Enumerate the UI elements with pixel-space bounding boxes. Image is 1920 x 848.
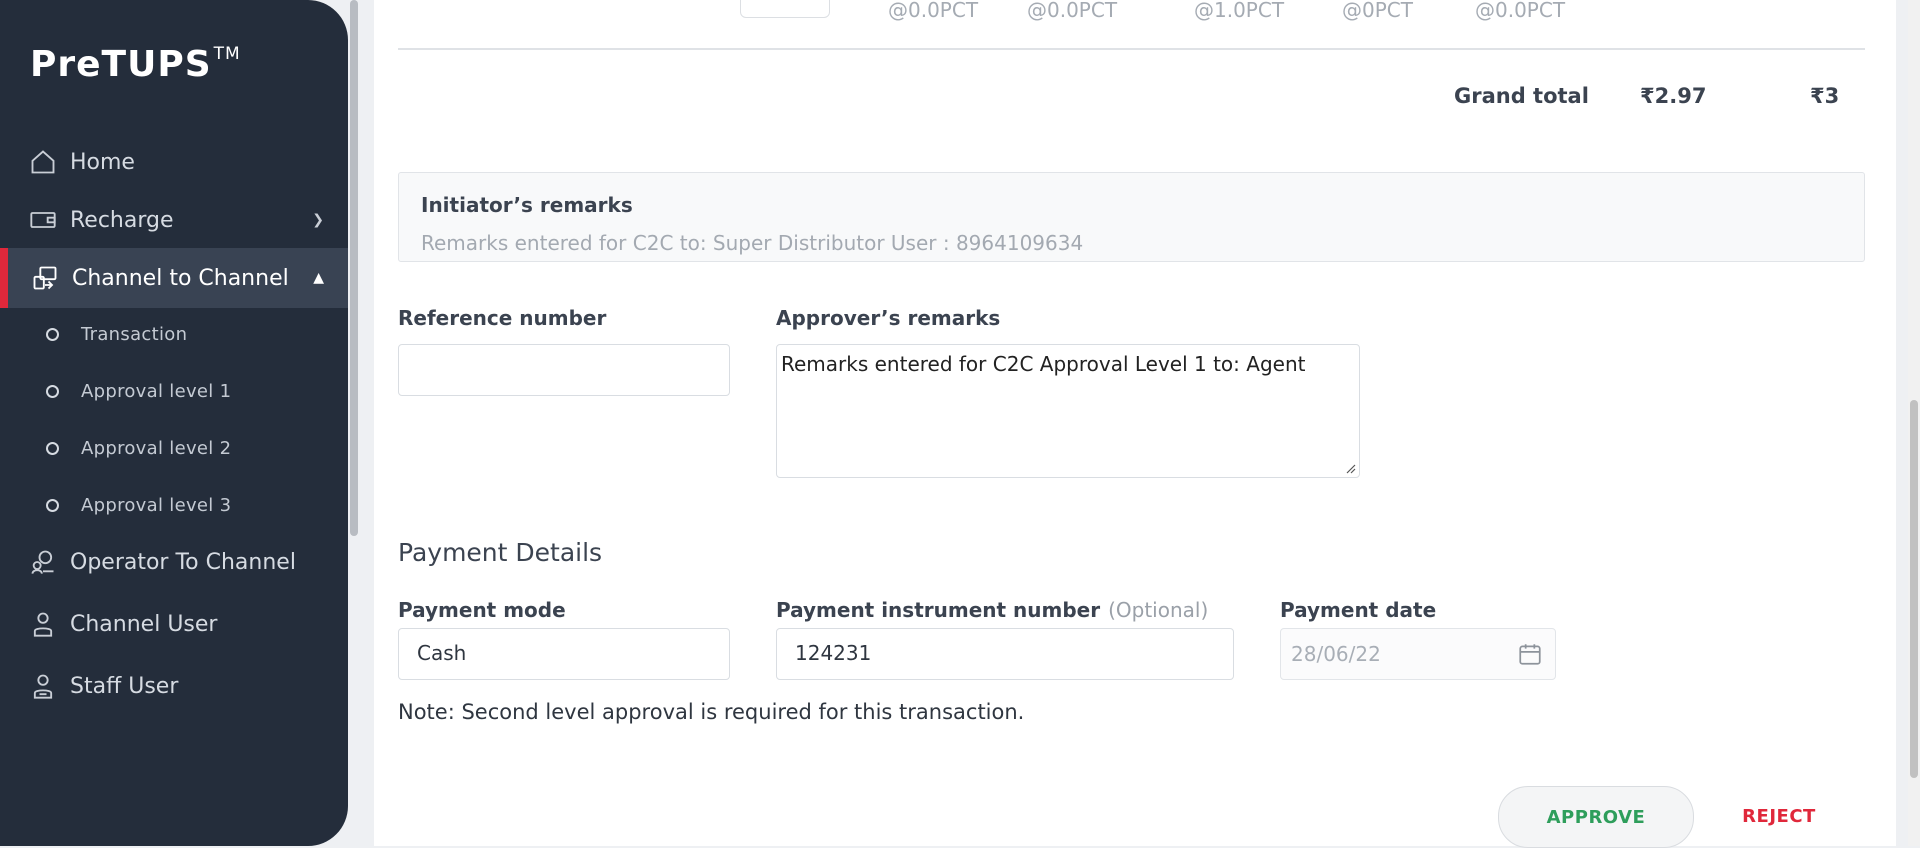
brand-trademark: TM [213, 44, 241, 64]
sidebar-item-staff-user[interactable]: Staff User [0, 658, 348, 714]
sidebar-item-label: Home [70, 149, 135, 175]
grand-total-label: Grand total [1454, 84, 1589, 108]
sidebar-item-label: Channel to Channel [72, 265, 289, 291]
table-cell: @0.0PCT [1027, 0, 1118, 22]
divider [398, 48, 1865, 50]
payment-instrument-input[interactable]: 124231 [776, 628, 1234, 680]
approver-remarks-text: Remarks entered for C2C Approval Level 1… [781, 352, 1306, 376]
home-icon [26, 145, 60, 179]
bullet-icon [46, 498, 59, 512]
sidebar-item-label: Recharge [70, 207, 174, 233]
sidebar-item-label: Staff User [70, 673, 179, 699]
sidebar-scrollbar[interactable] [350, 0, 358, 536]
reference-number-input[interactable] [398, 344, 730, 396]
optional-hint: (Optional) [1108, 598, 1209, 622]
table-cell: @0.0PCT [888, 0, 979, 22]
initiator-remarks-text: Remarks entered for C2C to: Super Distri… [421, 231, 1084, 255]
sidebar-item-recharge[interactable]: Recharge ❯ [0, 192, 348, 248]
calendar-icon[interactable] [1517, 641, 1543, 667]
operator-icon [26, 545, 60, 579]
approval-note: Note: Second level approval is required … [398, 700, 1025, 724]
bullet-icon [46, 327, 59, 341]
reject-button[interactable]: REJECT [1720, 786, 1838, 846]
sub-item-transaction[interactable]: Transaction [0, 314, 348, 354]
reference-number-label: Reference number [398, 306, 607, 330]
main-scrollbar-thumb[interactable] [1910, 400, 1918, 778]
sub-item-label: Approval level 1 [81, 380, 232, 402]
payment-date-value: 28/06/22 [1291, 642, 1381, 666]
payment-mode-select[interactable]: Cash [398, 628, 730, 680]
sidebar-item-label: Channel User [70, 611, 218, 637]
payment-mode-label: Payment mode [398, 598, 566, 622]
sub-item-label: Transaction [81, 323, 188, 345]
recharge-icon [26, 203, 60, 237]
sidebar-item-label: Operator To Channel [70, 549, 296, 575]
sidebar-item-channel-user[interactable]: Channel User [0, 596, 348, 652]
sidebar: PreTUPS TM Home Recharge ❯ Channel to Cha… [0, 0, 348, 846]
sub-item-label: Approval level 3 [81, 494, 232, 516]
sidebar-item-home[interactable]: Home [0, 134, 348, 190]
table-cell: @1.0PCT [1194, 0, 1285, 22]
chevron-down-icon[interactable]: ❯ [312, 212, 324, 228]
user-icon [26, 607, 60, 641]
table-cell: @0.0PCT [1475, 0, 1566, 22]
payment-date-label: Payment date [1280, 598, 1437, 622]
bullet-icon [46, 441, 59, 455]
grand-total-value: ₹2.97 [1640, 84, 1707, 108]
sub-item-approval-level-2[interactable]: Approval level 2 [0, 428, 348, 468]
initiator-remarks-title: Initiator’s remarks [421, 193, 633, 217]
channel-transfer-icon [28, 261, 62, 295]
approver-remarks-label: Approver’s remarks [776, 306, 1001, 330]
chevron-up-icon[interactable]: ▲ [313, 270, 324, 286]
sub-item-approval-level-3[interactable]: Approval level 3 [0, 485, 348, 525]
table-input-box[interactable] [740, 0, 830, 18]
approver-remarks-textarea[interactable]: Remarks entered for C2C Approval Level 1… [776, 344, 1360, 478]
resize-handle-icon[interactable] [1344, 462, 1356, 474]
payment-date-input[interactable]: 28/06/22 [1280, 628, 1556, 680]
sub-item-label: Approval level 2 [81, 437, 232, 459]
sidebar-item-operator-to-channel[interactable]: Operator To Channel [0, 534, 348, 590]
table-cell: @0PCT [1342, 0, 1413, 22]
bullet-icon [46, 384, 59, 398]
sub-item-approval-level-1[interactable]: Approval level 1 [0, 371, 348, 411]
brand-name: PreTUPS [30, 44, 212, 85]
initiator-remarks-box: Initiator’s remarks Remarks entered for … [398, 172, 1865, 262]
grand-total-value-rounded: ₹3 [1810, 84, 1840, 108]
brand-logo: PreTUPS TM [30, 44, 241, 85]
sidebar-item-channel-to-channel[interactable]: Channel to Channel ▲ [0, 248, 348, 308]
approve-button[interactable]: APPROVE [1498, 786, 1694, 848]
staff-icon [26, 669, 60, 703]
payment-instrument-label-text: Payment instrument number [776, 598, 1101, 622]
payment-instrument-label: Payment instrument number (Optional) [776, 598, 1208, 622]
payment-details-title: Payment Details [398, 538, 603, 567]
